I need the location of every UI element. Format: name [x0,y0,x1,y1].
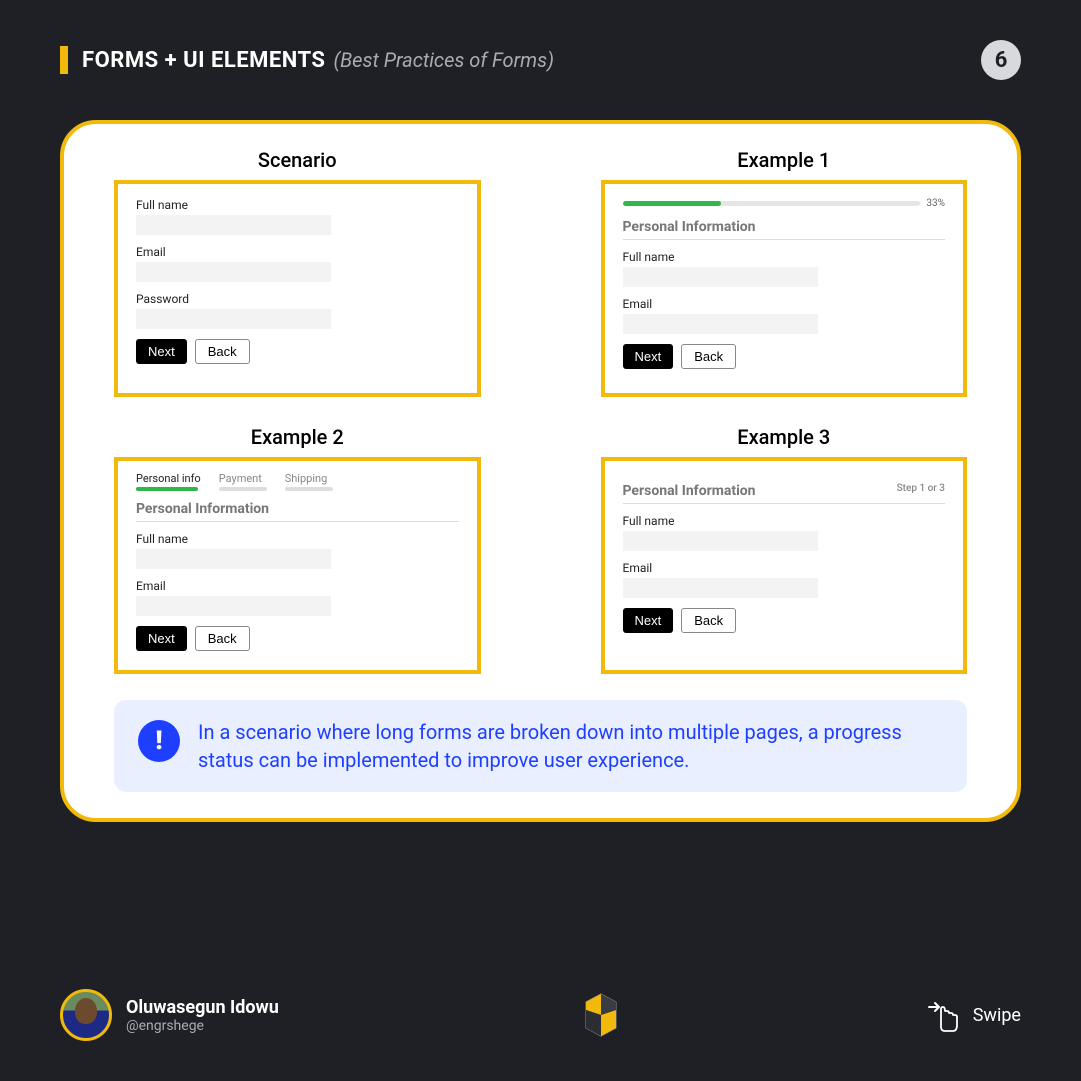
example1-cell: Example 1 33% Personal Information Full … [601,148,968,397]
swipe-label: Swipe [973,1005,1021,1026]
author-handle: @engrshege [126,1018,279,1034]
field-password: Password [136,292,459,329]
button-row: Next Back [136,626,459,651]
author-block: Oluwasegun Idowu @engrshege [60,989,279,1041]
scenario-title: Scenario [114,148,481,172]
label-password: Password [136,292,459,306]
label-email: Email [623,297,946,311]
info-icon: ! [138,720,180,762]
section-heading: Personal Information Step 1 or 3 [623,483,946,504]
progress-fill [623,201,721,206]
scenario-cell: Scenario Full name Email Password Next B… [114,148,481,397]
next-button[interactable]: Next [623,344,674,369]
example3-cell: Example 3 Personal Information Step 1 or… [601,425,968,674]
tab-label: Personal info [136,472,201,485]
accent-bar [60,46,68,74]
next-button[interactable]: Next [136,339,187,364]
input-email[interactable] [136,262,331,282]
back-button[interactable]: Back [681,608,736,633]
footer: Oluwasegun Idowu @engrshege Swipe [60,989,1021,1041]
label-email: Email [623,561,946,575]
tab-underline [219,487,267,491]
info-callout: ! In a scenario where long forms are bro… [114,700,967,792]
tab-personal[interactable]: Personal info [136,471,201,491]
example2-form: Personal info Payment Shipping Personal … [114,457,481,674]
tab-payment[interactable]: Payment [219,471,267,491]
input-fullname[interactable] [623,267,818,287]
label-fullname: Full name [136,532,459,546]
next-button[interactable]: Next [136,626,187,651]
input-fullname[interactable] [136,215,331,235]
label-fullname: Full name [623,250,946,264]
example3-form: Personal Information Step 1 or 3 Full na… [601,457,968,674]
step-indicator: Step 1 or 3 [897,483,945,494]
progress-bar-wrap: 33% [623,198,946,209]
tabs: Personal info Payment Shipping [136,471,459,491]
tab-label: Payment [219,472,262,485]
field-fullname: Full name [623,250,946,287]
info-text: In a scenario where long forms are broke… [198,718,943,774]
field-email: Email [136,579,459,616]
back-button[interactable]: Back [195,626,250,651]
header-left: FORMS + UI ELEMENTS (Best Practices of F… [60,46,554,74]
field-fullname: Full name [623,514,946,551]
example2-cell: Example 2 Personal info Payment Shipping [114,425,481,674]
example1-title: Example 1 [601,148,968,172]
label-fullname: Full name [623,514,946,528]
field-fullname: Full name [136,532,459,569]
swipe-icon [923,995,963,1035]
input-fullname[interactable] [623,531,818,551]
content-card: Scenario Full name Email Password Next B… [60,120,1021,822]
section-heading: Personal Information [136,501,459,522]
section-heading: Personal Information [623,219,946,240]
label-fullname: Full name [136,198,459,212]
example1-form: 33% Personal Information Full name Email… [601,180,968,397]
header: FORMS + UI ELEMENTS (Best Practices of F… [0,0,1081,100]
example3-title: Example 3 [601,425,968,449]
field-email: Email [623,561,946,598]
label-email: Email [136,579,459,593]
input-email[interactable] [623,314,818,334]
example2-title: Example 2 [114,425,481,449]
field-email: Email [136,245,459,282]
tab-underline-active [136,487,198,491]
swipe-cta[interactable]: Swipe [923,995,1021,1035]
examples-grid: Scenario Full name Email Password Next B… [114,148,967,674]
author-name: Oluwasegun Idowu [126,997,279,1018]
page-number-badge: 6 [981,40,1021,80]
back-button[interactable]: Back [195,339,250,364]
tab-label: Shipping [285,472,328,485]
button-row: Next Back [623,608,946,633]
label-email: Email [136,245,459,259]
author-text: Oluwasegun Idowu @engrshege [126,997,279,1034]
title-subtitle: (Best Practices of Forms) [333,48,554,72]
input-email[interactable] [136,596,331,616]
field-email: Email [623,297,946,334]
button-row: Next Back [623,344,946,369]
input-email[interactable] [623,578,818,598]
next-button[interactable]: Next [623,608,674,633]
tab-shipping[interactable]: Shipping [285,471,333,491]
avatar [60,989,112,1041]
page-title: FORMS + UI ELEMENTS (Best Practices of F… [82,48,554,73]
input-password[interactable] [136,309,331,329]
tab-underline [285,487,333,491]
button-row: Next Back [136,339,459,364]
progress-bar [623,201,921,206]
progress-percent: 33% [926,198,945,209]
field-fullname: Full name [136,198,459,235]
section-text: Personal Information [623,483,756,499]
title-main: FORMS + UI ELEMENTS [82,48,325,73]
scenario-form: Full name Email Password Next Back [114,180,481,397]
back-button[interactable]: Back [681,344,736,369]
input-fullname[interactable] [136,549,331,569]
brand-logo-icon [576,990,626,1040]
